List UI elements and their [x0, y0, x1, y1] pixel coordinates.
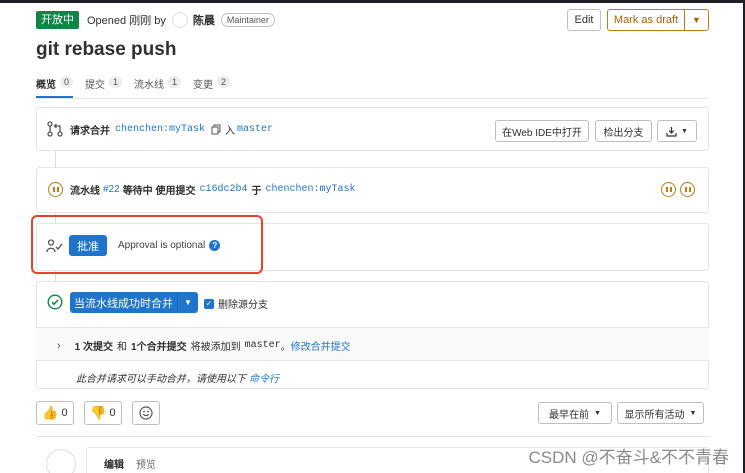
activity-filter-dropdown[interactable]: 显示所有活动 ▼: [617, 402, 704, 424]
will-add-text: 将被添加到: [190, 342, 241, 353]
mark-as-draft-button[interactable]: Mark as draft: [607, 9, 685, 31]
add-reaction-button[interactable]: [132, 401, 160, 425]
mr-header: 开放中 Opened 刚刚 by 陈晨 Maintainer: [36, 11, 275, 29]
and-text: 和: [117, 342, 128, 353]
merge-button-label: 当流水线成功时合并: [70, 292, 178, 313]
tab-edit[interactable]: 编辑: [104, 456, 124, 471]
tab-divider: [36, 98, 708, 99]
sort-order-dropdown[interactable]: 最早在前 ▼: [538, 402, 612, 424]
merge-request-icon: [47, 121, 63, 137]
merge-when-pipeline-succeeds-button[interactable]: 当流水线成功时合并 ▼: [70, 292, 198, 313]
delete-source-checkbox[interactable]: ✓: [204, 298, 214, 309]
thumbs-up-button[interactable]: 👍 0: [36, 401, 74, 425]
thumbs-up-count: 0: [61, 407, 68, 419]
pipeline-label: 流水线: [70, 186, 100, 197]
checkout-branch-button[interactable]: 检出分支: [595, 120, 652, 142]
tab-changes[interactable]: 变更 2: [193, 74, 231, 98]
pipeline-state: 等待中 使用提交: [122, 186, 196, 197]
source-branch-link[interactable]: chenchen:myTask: [115, 124, 205, 135]
thumbs-down-icon: 👎: [90, 405, 107, 420]
thumbs-up-icon: 👍: [42, 405, 59, 420]
commit-sha-link[interactable]: c16dc2b4: [199, 184, 247, 195]
thumbs-down-button[interactable]: 👎 0: [84, 401, 122, 425]
period: 。: [280, 342, 291, 353]
target-branch-link[interactable]: master: [237, 124, 273, 135]
role-badge: Maintainer: [220, 13, 275, 27]
stage-paused-icon[interactable]: [680, 182, 695, 197]
merge-commit-count: 1个合并提交: [131, 342, 187, 353]
manual-merge-text: 此合并请求可以手动合并，请使用以下: [76, 374, 246, 385]
copy-icon[interactable]: [211, 124, 221, 135]
activity-filter-label: 显示所有活动: [624, 409, 685, 421]
editor-tabs: 编辑 预览: [104, 456, 156, 471]
commit-count: 1 次提交: [74, 342, 114, 353]
chevron-down-icon: ▼: [692, 15, 701, 25]
pipeline-row: 流水线 #22 等待中 使用提交 c16dc2b4 于 chenchen:myT…: [48, 182, 356, 197]
delete-source-label: 删除源分支: [218, 300, 268, 311]
on-text: 于: [251, 186, 262, 197]
sort-order-label: 最早在前: [549, 409, 590, 421]
more-actions-dropdown[interactable]: ▼: [684, 9, 709, 31]
thumbs-down-count: 0: [109, 407, 116, 419]
tab-pipelines[interactable]: 流水线 1: [134, 74, 182, 98]
avatar: [46, 449, 76, 473]
stage-paused-icon[interactable]: [661, 182, 676, 197]
highlight-annotation: [31, 215, 263, 274]
tab-preview[interactable]: 预览: [136, 456, 156, 471]
pipeline-id-link[interactable]: #22: [103, 184, 120, 195]
delete-source-option[interactable]: ✓ 删除源分支: [204, 296, 268, 311]
tab-commits[interactable]: 提交 1: [85, 74, 123, 98]
divider: [36, 436, 709, 437]
into-text: 入: [225, 125, 236, 137]
pipeline-stages: [661, 182, 695, 197]
page-title: git rebase push: [36, 39, 177, 60]
pipeline-branch-link[interactable]: chenchen:myTask: [265, 184, 355, 195]
pipeline-paused-icon[interactable]: [48, 182, 63, 197]
chevron-down-icon: ▼: [689, 409, 697, 417]
mr-branch-row: 请求合并 chenchen:myTask 入 master: [46, 120, 273, 138]
opened-text: Opened 刚刚 by: [87, 15, 166, 27]
command-line-link[interactable]: 命令行: [249, 370, 279, 385]
edit-button[interactable]: Edit: [567, 9, 601, 31]
author-name[interactable]: 陈晨: [193, 12, 215, 28]
smiley-icon: [139, 406, 153, 420]
open-web-ide-button[interactable]: 在Web IDE中打开: [495, 120, 589, 142]
download-icon: [666, 126, 677, 137]
tab-overview[interactable]: 概览 0: [36, 74, 74, 98]
avatar[interactable]: [171, 12, 188, 28]
top-bar: [0, 0, 745, 3]
manual-merge-row: 此合并请求可以手动合并，请使用以下 命令行: [76, 370, 279, 385]
download-dropdown[interactable]: ▼: [657, 120, 697, 142]
watermark: CSDN @不奋斗&不不青春: [528, 448, 730, 467]
modify-merge-commit-link[interactable]: 修改合并提交: [291, 338, 351, 353]
chevron-down-icon: ▼: [681, 127, 688, 135]
status-badge: 开放中: [36, 11, 79, 29]
mr-tabs: 概览 0 提交 1 流水线 1 变更 2: [36, 74, 242, 98]
commit-summary-row: › 1 次提交 和 1个合并提交 将被添加到 master 。 修改合并提交: [57, 338, 351, 354]
target-branch: master: [244, 340, 281, 351]
status-success-icon: [47, 294, 63, 310]
chevron-down-icon[interactable]: ▼: [178, 292, 198, 313]
chevron-right-icon[interactable]: ›: [57, 340, 61, 352]
chevron-down-icon: ▼: [594, 409, 601, 417]
timeline-connector: [55, 150, 56, 168]
mr-label: 请求合并: [70, 125, 110, 137]
